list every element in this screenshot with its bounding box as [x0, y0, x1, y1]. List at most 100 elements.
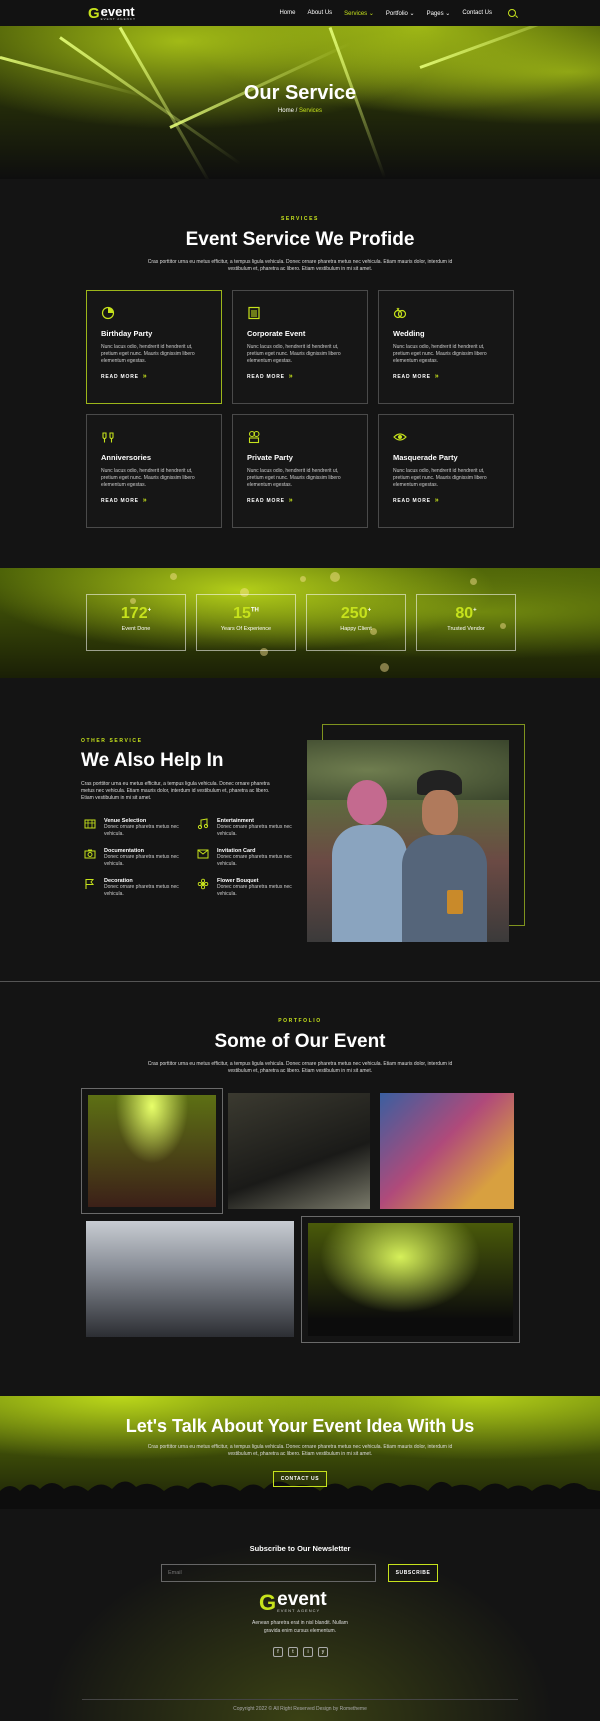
- help-title: We Also Help In: [81, 750, 224, 771]
- read-more-link[interactable]: READ MORE»: [393, 497, 499, 504]
- nav-services[interactable]: Services ⌄: [344, 10, 374, 17]
- nav-about[interactable]: About Us: [307, 10, 332, 16]
- service-card[interactable]: Corporate Event Nunc lacus odio, hendrer…: [232, 290, 368, 404]
- cta-title: Let's Talk About Your Event Idea With Us: [125, 1416, 475, 1436]
- stat-label: Trusted Vendor: [447, 626, 485, 632]
- service-desc: Nunc lacus odio, hendrerit id hendrerit …: [247, 344, 341, 364]
- contact-us-button[interactable]: CONTACT US: [273, 1471, 327, 1487]
- toast-glasses-icon: [102, 432, 114, 443]
- stat-value: 172: [120, 605, 148, 622]
- service-title: Private Party: [247, 453, 293, 462]
- bokeh-light: [330, 572, 340, 582]
- double-chevron-icon: »: [434, 497, 440, 504]
- bokeh-light: [170, 573, 177, 580]
- stat-value: 80: [455, 605, 474, 622]
- service-card[interactable]: Anniversories Nunc lacus odio, hendrerit…: [86, 414, 222, 528]
- help-item: Flower Bouquet Donec ornare pharetra metu…: [197, 878, 294, 898]
- nav-home[interactable]: Home: [279, 10, 295, 16]
- services-title: Event Service We Profide: [185, 229, 415, 250]
- logo-subtitle: EVENT AGENCY: [100, 16, 136, 21]
- copyright: Copyright 2022 © All Right Reserved Desi…: [233, 1706, 367, 1712]
- hero-banner: Our Service Home / Services: [0, 26, 600, 179]
- woman-figure: [332, 825, 407, 942]
- nav-pages[interactable]: Pages ⌄: [427, 10, 451, 17]
- music-note-icon: [197, 818, 209, 830]
- help-item: Invitation Card Donec ornare pharetra met…: [197, 848, 294, 868]
- double-chevron-icon: »: [434, 373, 440, 380]
- facebook-icon[interactable]: f: [273, 1647, 283, 1657]
- rings-icon: [393, 307, 407, 319]
- double-chevron-icon: »: [288, 373, 294, 380]
- breadcrumb: Home / Services: [277, 108, 323, 114]
- bokeh-light: [300, 576, 306, 582]
- read-more-link[interactable]: READ MORE»: [101, 373, 207, 380]
- section-divider: [0, 981, 600, 982]
- logo[interactable]: G event EVENT AGENCY: [88, 3, 136, 21]
- woman-figure: [347, 780, 387, 825]
- service-card[interactable]: Masquerade Party Nunc lacus odio, hendre…: [378, 414, 514, 528]
- man-figure: [402, 835, 487, 942]
- nav-portfolio[interactable]: Portfolio ⌄: [386, 10, 415, 17]
- eye-icon: [393, 433, 407, 441]
- double-chevron-icon: »: [142, 373, 148, 380]
- nav-contact[interactable]: Contact Us: [462, 10, 492, 16]
- help-list: Venue Selection Donec ornare pharetra met…: [84, 818, 294, 898]
- logo-letter: G: [259, 1590, 277, 1615]
- help-description: Cras porttitor urna eu metus efficitur, …: [81, 781, 270, 801]
- search-icon[interactable]: [508, 9, 516, 17]
- top-nav: G event EVENT AGENCY Home About Us Servi…: [0, 0, 600, 26]
- service-title: Corporate Event: [247, 329, 306, 338]
- portfolio-item[interactable]: [301, 1216, 520, 1343]
- help-item-desc: Donec ornare pharetra metus nec vehicula…: [217, 824, 292, 837]
- breadcrumb-home[interactable]: Home: [278, 108, 294, 114]
- stat-label: Happy Client: [340, 626, 372, 632]
- stat-label: Years Of Experience: [220, 626, 272, 632]
- stat-box: 172+ Event Done: [86, 594, 186, 651]
- service-card[interactable]: Birthday Party Nunc lacus odio, hendreri…: [86, 290, 222, 404]
- help-item: Venue Selection Donec ornare pharetra met…: [84, 818, 197, 838]
- party-photo: [88, 1095, 216, 1207]
- logo-subtitle: EVENT AGENCY: [277, 1608, 321, 1613]
- subscribe-button[interactable]: SUBSCRIBE: [388, 1564, 438, 1582]
- read-more-link[interactable]: READ MORE»: [247, 373, 353, 380]
- cta-description: Cras porttitor urna eu metus efficitur, …: [147, 1444, 453, 1457]
- portfolio-item[interactable]: [375, 1088, 519, 1214]
- services-eyebrow: SERVICES: [281, 216, 319, 222]
- service-desc: Nunc lacus odio, hendrerit id hendrerit …: [393, 344, 487, 364]
- stat-box: 15TH Years Of Experience: [196, 594, 296, 651]
- card-icon: [197, 849, 209, 859]
- logo-text: event: [100, 3, 135, 19]
- footer-divider: [82, 1699, 518, 1700]
- read-more-link[interactable]: READ MORE»: [101, 497, 207, 504]
- service-desc: Nunc lacus odio, hendrerit id hendrerit …: [393, 468, 487, 488]
- portfolio-description: Cras porttitor urna eu metus efficitur, …: [147, 1061, 453, 1074]
- help-item-desc: Donec ornare pharetra metus nec vehicula…: [104, 854, 179, 867]
- portfolio-item[interactable]: [81, 1216, 299, 1342]
- youtube-icon[interactable]: y: [318, 1647, 328, 1657]
- footer-logo[interactable]: G event EVENT AGENCY: [259, 1590, 327, 1615]
- portfolio-eyebrow: PORTFOLIO: [278, 1018, 322, 1024]
- footer-tagline-1: Aenean pharetra erat in nisl blandit. Nu…: [252, 1620, 348, 1626]
- read-more-link[interactable]: READ MORE»: [247, 497, 353, 504]
- building-icon: [248, 306, 260, 320]
- instagram-icon[interactable]: i: [303, 1647, 313, 1657]
- help-item-desc: Donec ornare pharetra metus nec vehicula…: [217, 854, 292, 867]
- party-icon: [248, 430, 260, 444]
- confetti-photo: [86, 1221, 294, 1337]
- service-card[interactable]: Wedding Nunc lacus odio, hendrerit id he…: [378, 290, 514, 404]
- beer-glass: [447, 890, 463, 914]
- service-title: Birthday Party: [101, 329, 153, 338]
- help-item-desc: Donec ornare pharetra metus nec vehicula…: [217, 884, 292, 897]
- service-card[interactable]: Private Party Nunc lacus odio, hendrerit…: [232, 414, 368, 528]
- service-title: Masquerade Party: [393, 453, 458, 462]
- portfolio-item[interactable]: [81, 1088, 223, 1214]
- help-item-desc: Donec ornare pharetra metus nec vehicula…: [104, 824, 179, 837]
- twitter-icon[interactable]: t: [288, 1647, 298, 1657]
- service-desc: Nunc lacus odio, hendrerit id hendrerit …: [247, 468, 341, 488]
- service-desc: Nunc lacus odio, hendrerit id hendrerit …: [101, 344, 195, 364]
- portfolio-item[interactable]: [223, 1088, 375, 1214]
- email-field[interactable]: [161, 1564, 376, 1582]
- read-more-link[interactable]: READ MORE»: [393, 373, 499, 380]
- services-grid: Birthday Party Nunc lacus odio, hendreri…: [86, 290, 514, 528]
- stat-value: 250: [340, 605, 368, 622]
